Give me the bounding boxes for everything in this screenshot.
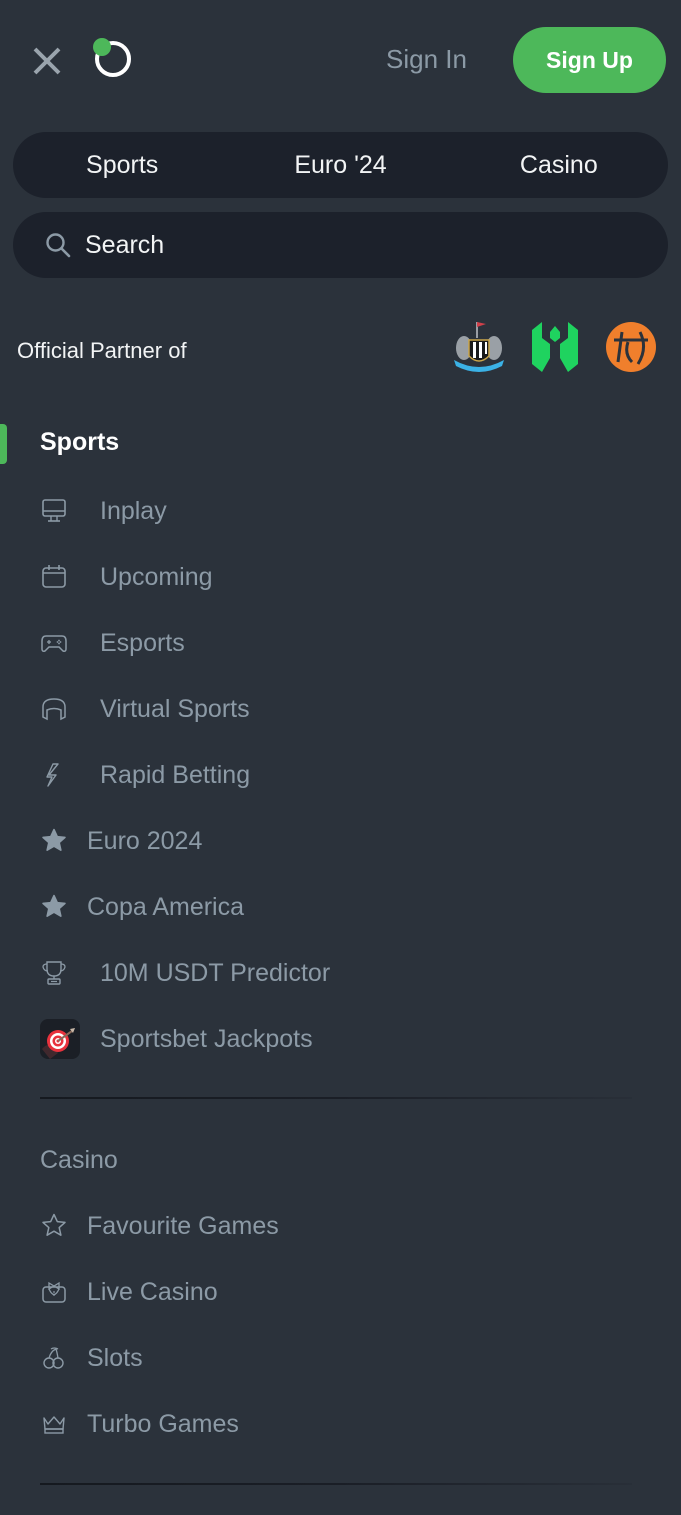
menu-item-live-casino[interactable]: Live Casino — [40, 1272, 218, 1312]
menu-item-label: Live Casino — [87, 1277, 218, 1306]
partner-logos — [450, 318, 660, 376]
target-icon — [40, 1019, 80, 1059]
newcastle-united-crest-icon[interactable] — [450, 318, 508, 376]
section-title-casino[interactable]: Casino — [40, 1146, 118, 1175]
tab-sports[interactable]: Sports — [13, 151, 231, 180]
section-divider — [40, 1483, 632, 1485]
orange-basketball-logo-icon[interactable] — [602, 318, 660, 376]
search-input[interactable] — [85, 230, 625, 260]
tab-casino[interactable]: Casino — [450, 151, 668, 180]
lightning-icon — [46, 763, 59, 787]
search-bar[interactable] — [13, 212, 668, 278]
section-divider — [40, 1097, 632, 1099]
menu-item-10m-usdt-predictor[interactable]: 10M USDT Predictor — [40, 953, 330, 993]
menu-item-slots[interactable]: Slots — [40, 1338, 143, 1378]
monitor-icon — [42, 499, 66, 522]
partner-label: Official Partner of — [17, 338, 187, 363]
calendar-icon — [42, 565, 66, 588]
menu-item-label: Copa America — [87, 892, 245, 921]
tab-euro-24[interactable]: Euro '24 — [231, 151, 449, 180]
header: Sign In Sign Up — [0, 0, 681, 120]
menu-item-label: Euro 2024 — [87, 826, 203, 855]
brand-logo[interactable] — [90, 36, 134, 80]
close-button[interactable] — [30, 44, 64, 78]
headset-icon — [42, 698, 66, 721]
menu-item-upcoming[interactable]: Upcoming — [40, 557, 213, 597]
gamepad-icon — [41, 635, 67, 652]
menu-item-label: Sportsbet Jackpots — [100, 1024, 313, 1053]
menu-item-label: Favourite Games — [87, 1211, 279, 1240]
star-filled-icon — [42, 894, 66, 917]
brand-logo-icon — [93, 38, 131, 77]
menu-item-inplay[interactable]: Inplay — [40, 491, 167, 531]
menu-item-turbo-games[interactable]: Turbo Games — [40, 1404, 239, 1444]
menu-item-label: Inplay — [100, 496, 167, 525]
menu-item-label: 10M USDT Predictor — [100, 958, 331, 987]
menu-item-esports[interactable]: Esports — [40, 623, 185, 663]
close-icon — [33, 47, 61, 75]
menu-item-label: Turbo Games — [87, 1409, 239, 1438]
menu-item-label: Rapid Betting — [100, 760, 251, 789]
section-title-sports[interactable]: Sports — [40, 428, 119, 457]
dealer-icon — [42, 1281, 66, 1303]
active-section-indicator — [0, 424, 7, 464]
trophy-icon — [42, 961, 66, 985]
star-outline-icon — [42, 1213, 66, 1236]
crown-icon — [43, 1416, 65, 1434]
menu-item-euro-2024[interactable]: Euro 2024 — [40, 821, 202, 861]
sign-in-link[interactable]: Sign In — [386, 44, 467, 75]
mobile-nav-menu: Sign In Sign Up Sports Euro '24 Casino O… — [0, 0, 681, 1515]
menu-item-rapid-betting[interactable]: Rapid Betting — [40, 755, 250, 795]
cherries-icon — [43, 1347, 64, 1369]
green-shield-logo-icon[interactable] — [526, 318, 584, 376]
search-icon — [46, 233, 71, 258]
menu-item-copa-america[interactable]: Copa America — [40, 887, 244, 927]
menu-item-label: Esports — [100, 628, 185, 657]
menu-item-sportsbet-jackpots[interactable]: Sportsbet Jackpots — [40, 1019, 313, 1059]
sign-up-button[interactable]: Sign Up — [513, 27, 666, 93]
top-tabs: Sports Euro '24 Casino — [13, 132, 668, 198]
menu-item-label: Upcoming — [100, 562, 213, 591]
menu-item-label: Virtual Sports — [100, 694, 250, 723]
menu-item-favourite-games[interactable]: Favourite Games — [40, 1206, 279, 1246]
menu-item-label: Slots — [87, 1343, 143, 1372]
menu-item-virtual-sports[interactable]: Virtual Sports — [40, 689, 250, 729]
star-filled-icon — [42, 828, 66, 851]
